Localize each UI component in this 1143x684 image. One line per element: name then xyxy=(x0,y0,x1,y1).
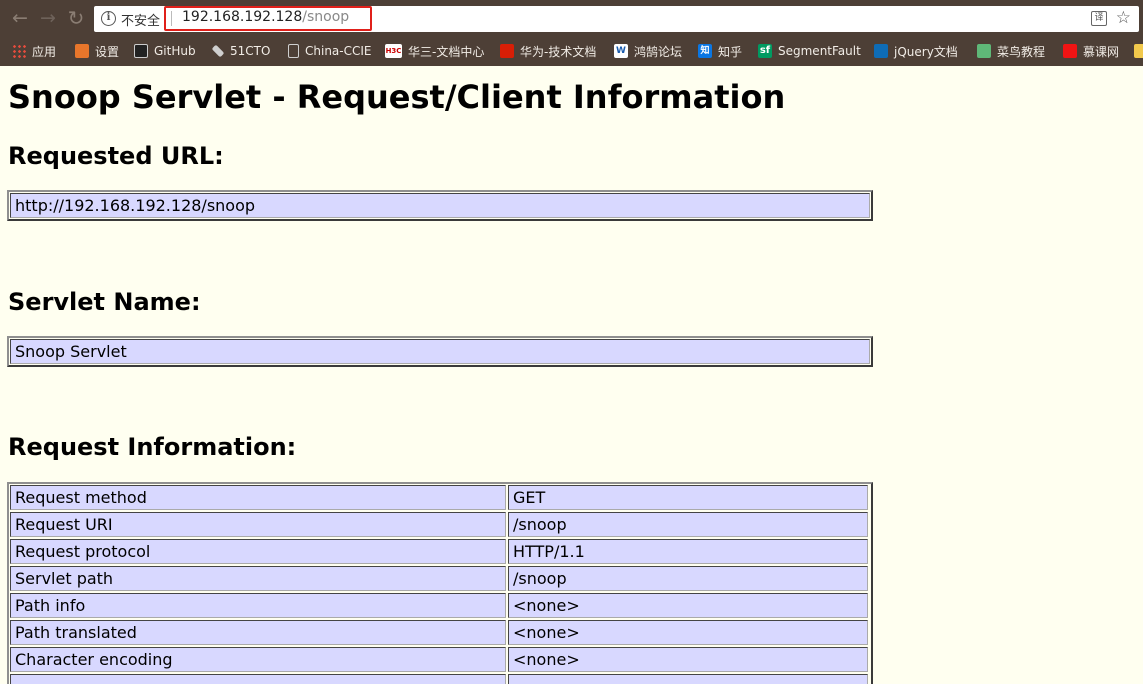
bookmark-label: 慕课网 xyxy=(1083,44,1120,59)
info-value: HTTP/1.1 xyxy=(508,539,868,564)
servlet-name-heading: Servlet Name: xyxy=(8,288,201,316)
github-icon xyxy=(134,44,148,58)
bookmark-label: 华为-技术文档 xyxy=(520,44,597,59)
table-row: Request protocol HTTP/1.1 xyxy=(10,539,870,566)
runoob-icon xyxy=(977,44,991,58)
info-key: Request protocol xyxy=(10,539,506,564)
bookmark-label: China-CCIE xyxy=(305,44,372,58)
info-key: Character encoding xyxy=(10,647,506,672)
table-row: Character encoding <none> xyxy=(10,647,870,674)
table-row: Path info <none> xyxy=(10,593,870,620)
apps-icon xyxy=(12,44,26,58)
info-key: Request method xyxy=(10,485,506,510)
info-key xyxy=(10,674,506,684)
bookmark-label: 知乎 xyxy=(718,44,743,59)
huawei-icon xyxy=(500,44,514,58)
bookmark-label: 设置 xyxy=(95,44,120,59)
reload-icon[interactable]: ↻ xyxy=(65,7,87,29)
mooc-icon xyxy=(1063,44,1077,58)
bookmark-label: 菜鸟教程 xyxy=(997,44,1046,59)
bookmark-github[interactable]: GitHub xyxy=(134,42,196,60)
request-info-table: Request method GET Request URI /snoop Re… xyxy=(7,482,873,684)
51cto-icon xyxy=(211,44,225,58)
servlet-name-table: Snoop Servlet xyxy=(7,336,873,367)
table-row: Request URI /snoop xyxy=(10,512,870,539)
bookmark-folder-overflow[interactable] xyxy=(1134,42,1143,60)
hongjing-icon: W xyxy=(614,44,628,58)
site-info-icon[interactable]: i xyxy=(101,11,116,26)
page-title: Snoop Servlet - Request/Client Informati… xyxy=(8,78,786,116)
table-row xyxy=(10,674,870,684)
gear-icon xyxy=(75,44,89,58)
bookmark-zhihu[interactable]: 知知乎 xyxy=(698,42,742,60)
table-row: Path translated <none> xyxy=(10,620,870,647)
info-value: <none> xyxy=(508,620,868,645)
document-icon xyxy=(288,44,299,58)
info-value: GET xyxy=(508,485,868,510)
bookmark-settings[interactable]: 设置 xyxy=(75,42,119,60)
address-bar[interactable]: i 不安全 192.168.192.128/snoop 译 ☆ xyxy=(94,6,1139,32)
info-value: /snoop xyxy=(508,566,868,591)
bookmark-segmentfault[interactable]: sf SegmentFault xyxy=(758,42,861,60)
info-key: Path info xyxy=(10,593,506,618)
request-info-heading: Request Information: xyxy=(8,433,297,461)
jquery-icon xyxy=(874,44,888,58)
bookmark-h3c-docs[interactable]: H3C 华三-文档中心 xyxy=(385,42,484,60)
zhihu-icon: 知 xyxy=(698,44,712,58)
info-value: <none> xyxy=(508,647,868,672)
bookmarks-bar: 应用 设置 GitHub 51CTO China-CCIE H3C 华三-文档中心… xyxy=(0,36,1143,66)
info-value xyxy=(508,674,868,684)
bookmark-label: SegmentFault xyxy=(778,44,861,58)
bookmark-huawei-docs[interactable]: 华为-技术文档 xyxy=(500,42,596,60)
table-row: Servlet path /snoop xyxy=(10,566,870,593)
info-key: Path translated xyxy=(10,620,506,645)
table-row: Request method GET xyxy=(10,485,870,512)
folder-icon xyxy=(1134,44,1143,58)
h3c-icon: H3C xyxy=(385,44,402,58)
bookmark-jquery[interactable]: jQuery文档 xyxy=(874,42,958,60)
servlet-name-value: Snoop Servlet xyxy=(10,339,870,364)
bookmark-51cto[interactable]: 51CTO xyxy=(211,42,271,60)
bookmark-star-icon[interactable]: ☆ xyxy=(1116,8,1131,28)
url-highlight-box xyxy=(164,6,372,31)
bookmark-apps[interactable]: 应用 xyxy=(12,42,56,60)
bookmark-hongjing[interactable]: W 鸿鹄论坛 xyxy=(614,42,682,60)
info-value: <none> xyxy=(508,593,868,618)
info-key: Request URI xyxy=(10,512,506,537)
browser-toolbar: ← → ↻ i 不安全 192.168.192.128/snoop 译 ☆ xyxy=(0,0,1143,36)
bookmark-china-ccie[interactable]: China-CCIE xyxy=(288,42,372,60)
info-value: /snoop xyxy=(508,512,868,537)
requested-url-table: http://192.168.192.128/snoop xyxy=(7,190,873,221)
bookmark-label: 应用 xyxy=(32,44,57,59)
bookmark-label: 华三-文档中心 xyxy=(408,44,485,59)
bookmark-label: jQuery文档 xyxy=(894,44,958,59)
bookmark-label: 鸿鹄论坛 xyxy=(634,44,683,59)
requested-url-heading: Requested URL: xyxy=(8,142,224,170)
segmentfault-icon: sf xyxy=(758,44,772,58)
bookmark-mooc[interactable]: 慕课网 xyxy=(1063,42,1119,60)
bookmark-label: GitHub xyxy=(154,44,196,58)
info-key: Servlet path xyxy=(10,566,506,591)
security-status-label[interactable]: 不安全 xyxy=(121,10,160,29)
translate-icon[interactable]: 译 xyxy=(1091,11,1107,26)
bookmark-label: 51CTO xyxy=(230,44,271,58)
requested-url-value: http://192.168.192.128/snoop xyxy=(10,193,870,218)
bookmark-runoob[interactable]: 菜鸟教程 xyxy=(977,42,1045,60)
forward-arrow-icon[interactable]: → xyxy=(37,7,59,29)
back-arrow-icon[interactable]: ← xyxy=(9,7,31,29)
page-content: Snoop Servlet - Request/Client Informati… xyxy=(0,66,1143,684)
